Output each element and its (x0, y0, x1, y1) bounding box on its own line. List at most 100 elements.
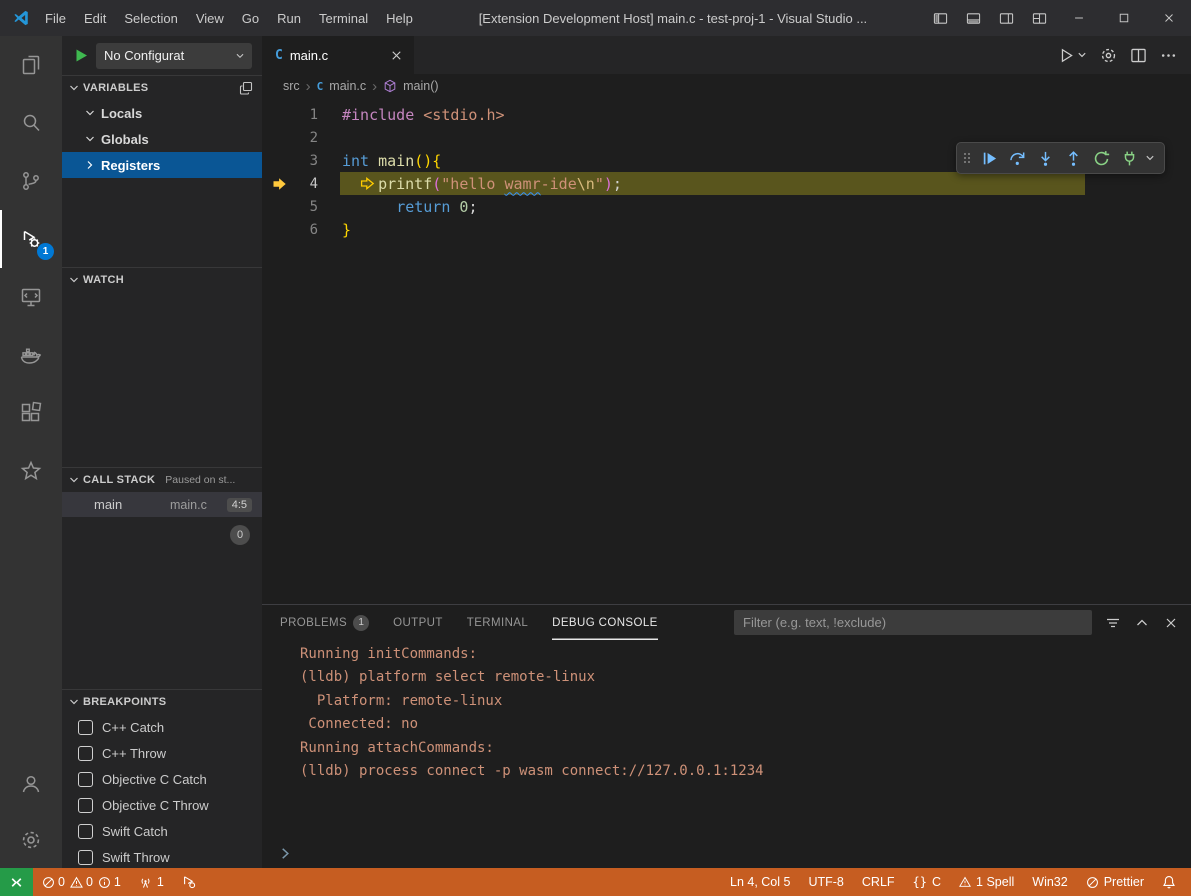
run-or-debug-icon[interactable] (1058, 47, 1087, 64)
chevron-down-icon[interactable] (1145, 153, 1155, 163)
breakpoint-checkbox[interactable] (78, 746, 93, 761)
tab-label: TERMINAL (467, 617, 528, 629)
problems-status[interactable]: 0 0 1 (33, 868, 130, 896)
customize-layout-icon[interactable] (1023, 0, 1056, 36)
breakpoint-checkbox[interactable] (78, 720, 93, 735)
menu-help[interactable]: Help (377, 7, 422, 30)
activitybar-accounts[interactable] (0, 756, 62, 812)
layout-secondary-sidebar-icon[interactable] (990, 0, 1023, 36)
menu-edit[interactable]: Edit (75, 7, 115, 30)
stack-frame-row[interactable]: main main.c 4:5 (62, 492, 262, 517)
breakpoint-item[interactable]: C++ Catch (62, 714, 262, 740)
menu-selection[interactable]: Selection (115, 7, 186, 30)
more-actions-icon[interactable] (1160, 47, 1177, 64)
debug-config-dropdown[interactable]: No Configurat (96, 43, 252, 69)
activitybar-explorer[interactable] (0, 36, 62, 94)
notifications-bell[interactable] (1153, 868, 1185, 896)
close-panel-icon[interactable] (1163, 615, 1179, 631)
activitybar-star[interactable] (0, 442, 62, 500)
console-input[interactable] (262, 838, 1191, 868)
activitybar-remote-explorer[interactable] (0, 268, 62, 326)
tab-close-icon[interactable] (389, 48, 404, 63)
toolbar-grip-icon[interactable] (962, 150, 972, 166)
language-mode[interactable]: {}C (904, 868, 950, 896)
eol-status[interactable]: CRLF (853, 868, 904, 896)
tab-problems[interactable]: PROBLEMS 1 (280, 605, 369, 640)
layout-panel-icon[interactable] (957, 0, 990, 36)
continue-icon[interactable] (980, 150, 999, 167)
remote-indicator[interactable] (0, 868, 33, 896)
step-into-icon[interactable] (1036, 150, 1055, 167)
activitybar-settings[interactable] (0, 812, 62, 868)
debug-status[interactable] (173, 868, 205, 896)
variables-scope-locals[interactable]: Locals (62, 100, 262, 126)
step-out-icon[interactable] (1064, 150, 1083, 167)
breadcrumb-symbol[interactable]: main() (403, 79, 438, 93)
breakpoint-item[interactable]: C++ Throw (62, 740, 262, 766)
breakpoint-item[interactable]: Objective C Catch (62, 766, 262, 792)
code-text: #include <stdio.h> (342, 106, 505, 124)
variables-title: VARIABLES (83, 82, 148, 94)
call-stack-header[interactable]: CALL STACK Paused on st... (62, 468, 262, 492)
activitybar-extensions[interactable] (0, 384, 62, 442)
scope-label: Registers (101, 158, 160, 173)
breakpoint-checkbox[interactable] (78, 824, 93, 839)
code-line-5[interactable]: 5 return 0; (262, 195, 1191, 218)
encoding-status[interactable]: UTF-8 (799, 868, 852, 896)
maximize-panel-icon[interactable] (1134, 615, 1150, 631)
spell-status[interactable]: 1 Spell (950, 868, 1023, 896)
minimize-button[interactable] (1056, 0, 1101, 36)
tab-main-c[interactable]: C main.c (262, 36, 414, 74)
variables-scope-registers[interactable]: Registers (62, 152, 262, 178)
tab-output[interactable]: OUTPUT (393, 605, 443, 640)
gear-icon[interactable] (1100, 47, 1117, 64)
activitybar-search[interactable] (0, 94, 62, 152)
close-button[interactable] (1146, 0, 1191, 36)
breakpoint-item[interactable]: Objective C Throw (62, 792, 262, 818)
menu-run[interactable]: Run (268, 7, 310, 30)
activitybar-docker[interactable] (0, 326, 62, 384)
code-line-1[interactable]: 1#include <stdio.h> (262, 103, 1191, 126)
breadcrumb-folder[interactable]: src (283, 79, 300, 93)
menu-go[interactable]: Go (233, 7, 268, 30)
tab-terminal[interactable]: TERMINAL (467, 605, 528, 640)
breakpoint-item[interactable]: Swift Catch (62, 818, 262, 844)
menu-terminal[interactable]: Terminal (310, 7, 377, 30)
code-line-6[interactable]: 6} (262, 218, 1191, 241)
copy-icon[interactable] (238, 80, 254, 96)
start-debugging-icon[interactable] (74, 48, 89, 63)
step-over-icon[interactable] (1008, 150, 1027, 167)
breakpoint-checkbox[interactable] (78, 772, 93, 787)
split-editor-icon[interactable] (1130, 47, 1147, 64)
menu-file[interactable]: File (36, 7, 75, 30)
layout-sidebar-icon[interactable] (924, 0, 957, 36)
activitybar-source-control[interactable] (0, 152, 62, 210)
code-text: int main(){ (342, 152, 441, 170)
activitybar-run-and-debug[interactable]: 1 (0, 210, 62, 268)
restart-icon[interactable] (1092, 150, 1111, 167)
cursor-position[interactable]: Ln 4, Col 5 (721, 868, 799, 896)
ports-status[interactable]: 1 (130, 868, 173, 896)
breakpoint-checkbox[interactable] (78, 798, 93, 813)
code-editor[interactable]: 1#include <stdio.h>23int main(){4 printf… (262, 98, 1191, 604)
console-filter-input[interactable] (734, 610, 1092, 635)
code-line-4[interactable]: 4 printf("hello wamr-ide\n"); (262, 172, 1191, 195)
filter-icon[interactable] (1105, 615, 1121, 631)
breadcrumb-file[interactable]: main.c (329, 79, 366, 93)
breakpoint-checkbox[interactable] (78, 850, 93, 865)
menu-view[interactable]: View (187, 7, 233, 30)
platform-status[interactable]: Win32 (1023, 868, 1076, 896)
prettier-status[interactable]: Prettier (1077, 868, 1153, 896)
breakpoint-item[interactable]: Swift Throw (62, 844, 262, 868)
activity-bar: 1 (0, 36, 62, 868)
variables-scope-globals[interactable]: Globals (62, 126, 262, 152)
maximize-button[interactable] (1101, 0, 1146, 36)
tab-label: main.c (290, 48, 328, 63)
debug-current-line-arrow-icon[interactable] (262, 177, 296, 191)
variables-header[interactable]: VARIABLES (62, 76, 262, 100)
tab-debug-console[interactable]: DEBUG CONSOLE (552, 605, 658, 640)
breakpoints-header[interactable]: BREAKPOINTS (62, 690, 262, 714)
titlebar: FileEditSelectionViewGoRunTerminalHelp [… (0, 0, 1191, 36)
disconnect-icon[interactable] (1120, 150, 1139, 167)
watch-header[interactable]: WATCH (62, 268, 262, 292)
